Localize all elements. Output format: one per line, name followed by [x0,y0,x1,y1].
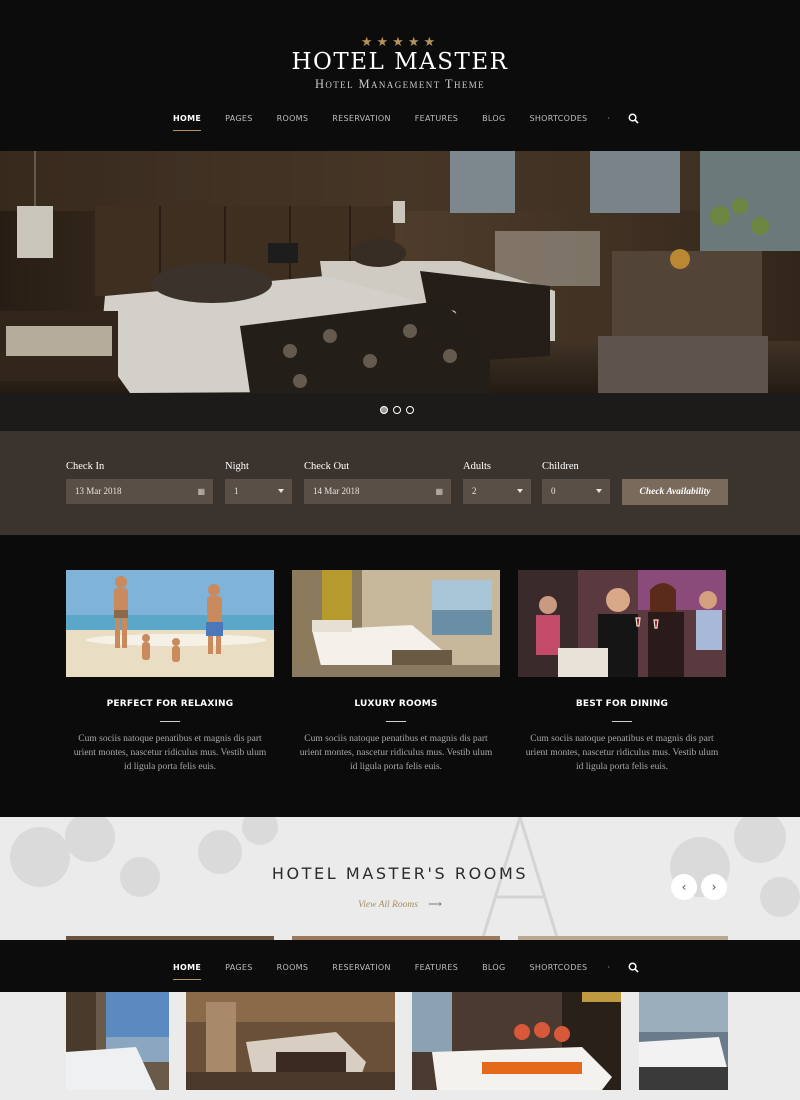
feature-card: LUXURY ROOMS Cum sociis natoque penatibu… [292,570,500,774]
check-out-field[interactable]: 14 Mar 2018 ▦ [304,479,451,504]
nav-item-pages[interactable]: PAGES [225,114,252,131]
check-out-label: Check Out [304,461,350,472]
features-section: PERFECT FOR RELAXING Cum sociis natoque … [0,535,800,817]
calendar-icon[interactable]: ▦ [435,479,443,504]
nav-separator: · [607,114,610,123]
dining-couple-image[interactable] [518,570,726,677]
adults-value: 2 [472,486,477,496]
nav-item-rooms[interactable]: ROOMS [277,114,309,131]
check-in-field[interactable]: 13 Mar 2018 ▦ [66,479,213,504]
title-divider [160,721,180,722]
night-label: Night [225,461,249,472]
nav-item-home[interactable]: HOME [173,114,202,131]
feature-title: PERFECT FOR RELAXING [106,699,234,709]
feature-description: Cum sociis natoque penatibus et magnis d… [525,734,719,772]
sticky-nav: HOME PAGES ROOMS RESERVATION FEATURES BL… [0,962,800,981]
sticky-header: HOME PAGES ROOMS RESERVATION FEATURES BL… [0,940,800,992]
prev-rooms-button[interactable]: ‹ [671,874,697,900]
children-label: Children [542,461,579,472]
adults-select[interactable]: 2 [463,479,531,504]
view-all-rooms-label: View All Rooms [358,900,418,910]
nav-item-blog[interactable]: BLOG [482,114,505,131]
nav-item-features[interactable]: FEATURES [415,963,458,980]
night-select[interactable]: 1 [225,479,292,504]
room-thumbnail[interactable] [639,992,728,1090]
feature-title: BEST FOR DINING [575,699,669,709]
nav-item-shortcodes[interactable]: SHORTCODES [529,114,587,131]
booking-form: Check In 13 Mar 2018 ▦ Night 1 Check Out… [0,431,800,535]
chevron-left-icon: ‹ [681,880,687,894]
nav-item-rooms[interactable]: ROOMS [277,963,309,980]
room-thumbnail[interactable] [186,992,395,1090]
arrow-right-icon: ⟶ [428,900,442,910]
search-icon[interactable] [628,113,639,124]
nav-item-home[interactable]: HOME [173,963,202,980]
title-divider [386,721,406,722]
night-value: 1 [234,486,239,496]
rating-stars: ★★★★★ [360,35,440,50]
nav-item-reservation[interactable]: RESERVATION [332,963,391,980]
feature-card: BEST FOR DINING Cum sociis natoque penat… [518,570,726,774]
nav-item-shortcodes[interactable]: SHORTCODES [529,963,587,980]
nav-item-blog[interactable]: BLOG [482,963,505,980]
slider-bullet-1[interactable] [380,406,388,414]
slider-bullets [380,406,414,414]
check-out-value: 14 Mar 2018 [313,486,360,496]
feature-card: PERFECT FOR RELAXING Cum sociis natoque … [66,570,274,774]
feature-title: LUXURY ROOMS [354,699,438,709]
check-in-label: Check In [66,461,105,472]
beach-family-image[interactable] [66,570,274,677]
title-divider [612,721,632,722]
luxury-room-image[interactable] [292,570,500,677]
chevron-right-icon: › [711,880,717,894]
check-availability-button[interactable]: Check Availability [622,479,728,505]
nav-item-features[interactable]: FEATURES [415,114,458,131]
view-all-rooms-link[interactable]: View All Rooms ⟶ [0,899,800,910]
chevron-down-icon [596,489,602,493]
slider-bullet-3[interactable] [406,406,414,414]
hotel-bedroom-photo [0,151,800,393]
hero-slide-image [0,151,800,393]
feature-description: Cum sociis natoque penatibus et magnis d… [299,734,493,772]
search-icon[interactable] [628,962,639,973]
site-logo-subtitle: Hotel Management Theme [314,77,486,91]
children-value: 0 [551,486,556,496]
room-thumbnail[interactable] [66,992,169,1090]
adults-label: Adults [463,461,492,472]
check-in-value: 13 Mar 2018 [75,486,122,496]
room-thumbnail[interactable] [412,992,621,1090]
nav-item-reservation[interactable]: RESERVATION [332,114,391,131]
calendar-icon[interactable]: ▦ [197,479,205,504]
site-logo-title[interactable]: HOTEL MASTER [0,49,800,75]
nav-item-pages[interactable]: PAGES [225,963,252,980]
slider-bullet-2[interactable] [393,406,401,414]
main-nav: HOME PAGES ROOMS RESERVATION FEATURES BL… [0,113,800,132]
next-rooms-button[interactable]: › [701,874,727,900]
nav-separator: · [607,963,610,972]
chevron-down-icon [517,489,523,493]
site-header: ★★★★★ HOTEL MASTER Hotel Management Them… [0,0,800,151]
feature-description: Cum sociis natoque penatibus et magnis d… [73,734,267,772]
chevron-down-icon [278,489,284,493]
children-select[interactable]: 0 [542,479,610,504]
